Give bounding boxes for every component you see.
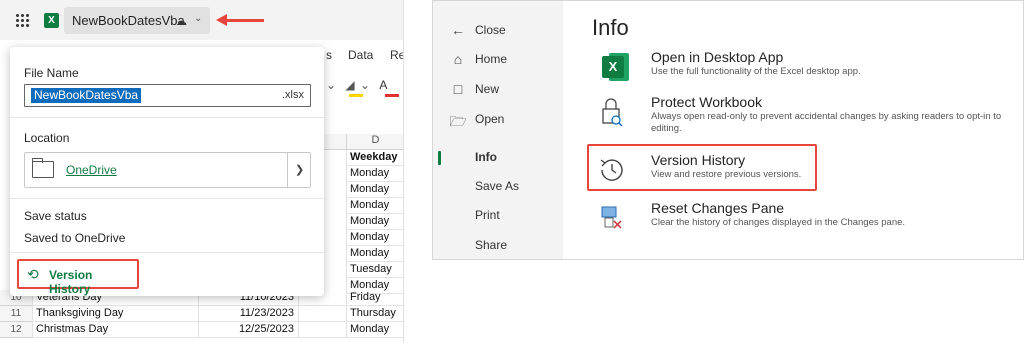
file-details-popup: File Name NewBookDatesVba .xlsx Location… <box>10 47 324 296</box>
excel-desktop-icon: X <box>595 50 629 84</box>
fill-color-swatch <box>349 94 363 97</box>
weekday-cell[interactable]: Monday <box>346 198 403 214</box>
backstage-nav: ← Close ⌂ Home □ New 🗁 Open Info Save As… <box>433 1 563 259</box>
file-name-label: File Name <box>24 66 79 80</box>
divider <box>287 153 288 187</box>
column-header-d[interactable]: D <box>346 134 403 150</box>
cloud-sync-icon: ☁ <box>176 16 187 28</box>
nav-print-label: Print <box>475 208 500 222</box>
divider <box>10 252 324 253</box>
option-description: Always open read-only to prevent acciden… <box>651 111 1002 134</box>
chevron-right-icon[interactable]: ❯ <box>295 163 304 176</box>
nav-home[interactable]: ⌂ Home <box>433 45 563 73</box>
reset-changes-pane-option[interactable]: Reset Changes Pane Clear the history of … <box>583 197 1023 241</box>
font-color-swatch <box>385 94 399 97</box>
title-bar: X NewBookDatesVba ☁ ⌄ <box>0 0 403 40</box>
font-color-icon[interactable]: A <box>379 78 387 92</box>
open-in-desktop-app-option[interactable]: X Open in Desktop App Use the full funct… <box>583 46 1023 90</box>
file-name-button[interactable]: NewBookDatesVba ☁ ⌄ <box>64 7 210 34</box>
nav-new-label: New <box>475 82 500 96</box>
version-history-button[interactable]: ⟲ Version History <box>17 259 139 296</box>
location-label: Location <box>24 131 70 145</box>
option-title: Open in Desktop App <box>651 49 784 65</box>
file-extension: .xlsx <box>282 89 304 101</box>
nav-share-label: Share <box>475 238 508 252</box>
weekday-cell[interactable]: Monday <box>346 246 403 262</box>
history-clock-icon: ⟲ <box>27 266 39 282</box>
reset-pane-icon <box>595 201 629 235</box>
excel-logo-icon: X <box>44 13 59 28</box>
weekday-cell[interactable]: Monday <box>346 214 403 230</box>
version-history-label: Version History <box>49 268 93 296</box>
chevron-down-icon[interactable]: ⌄ <box>360 78 370 92</box>
chevron-down-icon[interactable]: ⌄ <box>326 78 336 92</box>
option-title: Reset Changes Pane <box>651 200 785 216</box>
header-cell-weekday[interactable]: Weekday <box>346 150 403 166</box>
nav-print[interactable]: Print <box>433 201 563 229</box>
weekday-cell[interactable]: Monday <box>346 166 403 182</box>
file-name-selected-text: NewBookDatesVba <box>31 88 142 103</box>
weekday-cell[interactable]: Tuesday <box>346 262 403 278</box>
holiday-date-cell[interactable]: 11/23/2023 <box>198 306 298 322</box>
nav-new[interactable]: □ New <box>433 75 563 103</box>
empty-cell[interactable] <box>298 306 346 322</box>
holiday-name-cell[interactable]: Christmas Day <box>32 322 198 338</box>
option-title: Protect Workbook <box>651 94 763 110</box>
page-title: Info <box>592 15 629 40</box>
row-number[interactable]: 12 <box>0 322 32 338</box>
nav-share[interactable]: Share <box>433 231 563 259</box>
fill-color-icon[interactable]: ◢ <box>345 78 354 92</box>
nav-save-as-label: Save As <box>475 179 520 193</box>
row-number[interactable]: 11 <box>0 306 32 322</box>
onedrive-link[interactable]: OneDrive <box>66 163 117 177</box>
option-description: Clear the history of changes displayed i… <box>651 217 906 228</box>
chevron-down-icon: ⌄ <box>194 13 203 24</box>
protect-workbook-option[interactable]: Protect Workbook Always open read-only t… <box>583 91 1023 135</box>
file-name-input[interactable]: NewBookDatesVba .xlsx <box>24 84 311 107</box>
app-launcher-icon[interactable] <box>16 14 30 28</box>
nav-close-label: Close <box>475 23 506 37</box>
ribbon-tab-review[interactable]: Re <box>390 48 403 62</box>
weekday-cell[interactable]: Thursday <box>346 306 403 322</box>
nav-info[interactable]: Info <box>433 143 563 171</box>
holiday-date-cell[interactable]: 12/25/2023 <box>198 322 298 338</box>
red-arrow-line <box>226 19 264 22</box>
nav-open[interactable]: 🗁 Open <box>433 105 563 133</box>
weekday-cell[interactable]: Monday <box>346 322 403 338</box>
backstage-info-window: ← Close ⌂ Home □ New 🗁 Open Info Save As… <box>432 0 1024 260</box>
ribbon-format-icons: ⌄ ◢ ⌄ A <box>326 78 387 92</box>
divider <box>10 198 324 199</box>
save-status-value: Saved to OneDrive <box>24 231 126 245</box>
nav-open-label: Open <box>475 112 505 126</box>
ribbon-tab-fragment[interactable]: s <box>326 48 332 62</box>
lock-search-icon <box>595 95 629 129</box>
open-folder-icon: 🗁 <box>449 113 467 129</box>
nav-home-label: Home <box>475 52 508 66</box>
save-status-label: Save status <box>24 209 87 223</box>
new-document-icon: □ <box>453 81 463 97</box>
back-arrow-icon: ← <box>451 22 465 38</box>
nav-info-label: Info <box>475 150 497 164</box>
nav-close[interactable]: ← Close <box>433 16 563 44</box>
nav-save-as[interactable]: Save As <box>433 172 563 200</box>
home-icon: ⌂ <box>453 51 463 67</box>
weekday-cell[interactable]: Friday <box>346 290 403 306</box>
version-history-highlight <box>587 144 817 191</box>
folder-icon <box>32 158 54 178</box>
option-description: Use the full functionality of the Excel … <box>651 66 861 77</box>
weekday-cell[interactable]: Monday <box>346 230 403 246</box>
weekday-cell[interactable]: Monday <box>346 182 403 198</box>
holiday-name-cell[interactable]: Thanksgiving Day <box>32 306 198 322</box>
file-title: NewBookDatesVba <box>72 13 185 28</box>
ribbon-tab-data[interactable]: Data <box>348 48 373 62</box>
location-picker[interactable]: OneDrive ❯ <box>24 152 311 188</box>
excel-web-window: D Weekday Monday Monday Monday Monday Mo… <box>0 0 404 343</box>
divider <box>10 117 324 118</box>
empty-cell[interactable] <box>298 322 346 338</box>
